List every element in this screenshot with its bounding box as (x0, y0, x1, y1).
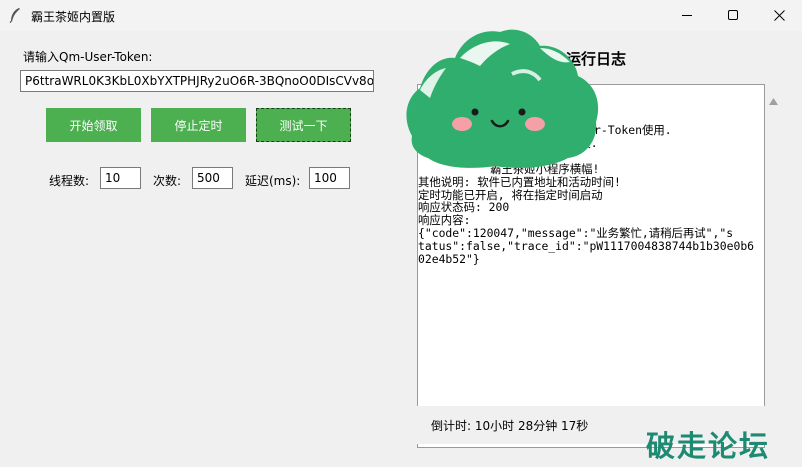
log-scrollbar[interactable] (765, 84, 782, 406)
stop-timer-button[interactable]: 停止定时 (151, 108, 246, 142)
maximize-button[interactable] (710, 0, 756, 31)
scroll-up-arrow-icon[interactable] (769, 90, 778, 109)
close-button[interactable] (756, 0, 802, 31)
token-input[interactable]: P6ttraWRL0K3KbL0XbYXTPHJRy2uO6R-3BQnoO0D… (20, 70, 374, 92)
close-icon (773, 10, 785, 21)
delay-input[interactable]: 100 (309, 167, 350, 189)
threads-input[interactable]: 10 (100, 167, 141, 189)
start-button[interactable]: 开始领取 (46, 108, 141, 142)
count-label: 次数: (153, 174, 182, 188)
count-input[interactable]: 500 (192, 167, 233, 189)
test-button[interactable]: 测试一下 (256, 108, 351, 142)
delay-label: 延迟(ms): (245, 174, 301, 188)
window-title: 霸王茶姬内置版 (31, 10, 116, 24)
log-line: 02e4b52"} (418, 252, 480, 267)
feather-icon (8, 7, 22, 24)
minimize-button[interactable] (664, 0, 710, 31)
token-label: 请输入Qm-User-Token: (23, 50, 153, 64)
maximize-icon (727, 10, 739, 21)
threads-label: 线程数: (49, 174, 90, 188)
countdown-label: 倒计时: 10小时 28分钟 17秒 (431, 419, 589, 433)
minimize-icon (681, 10, 693, 21)
mountain-mascot-icon (400, 18, 605, 192)
forum-watermark: 破走论坛 (646, 429, 771, 463)
